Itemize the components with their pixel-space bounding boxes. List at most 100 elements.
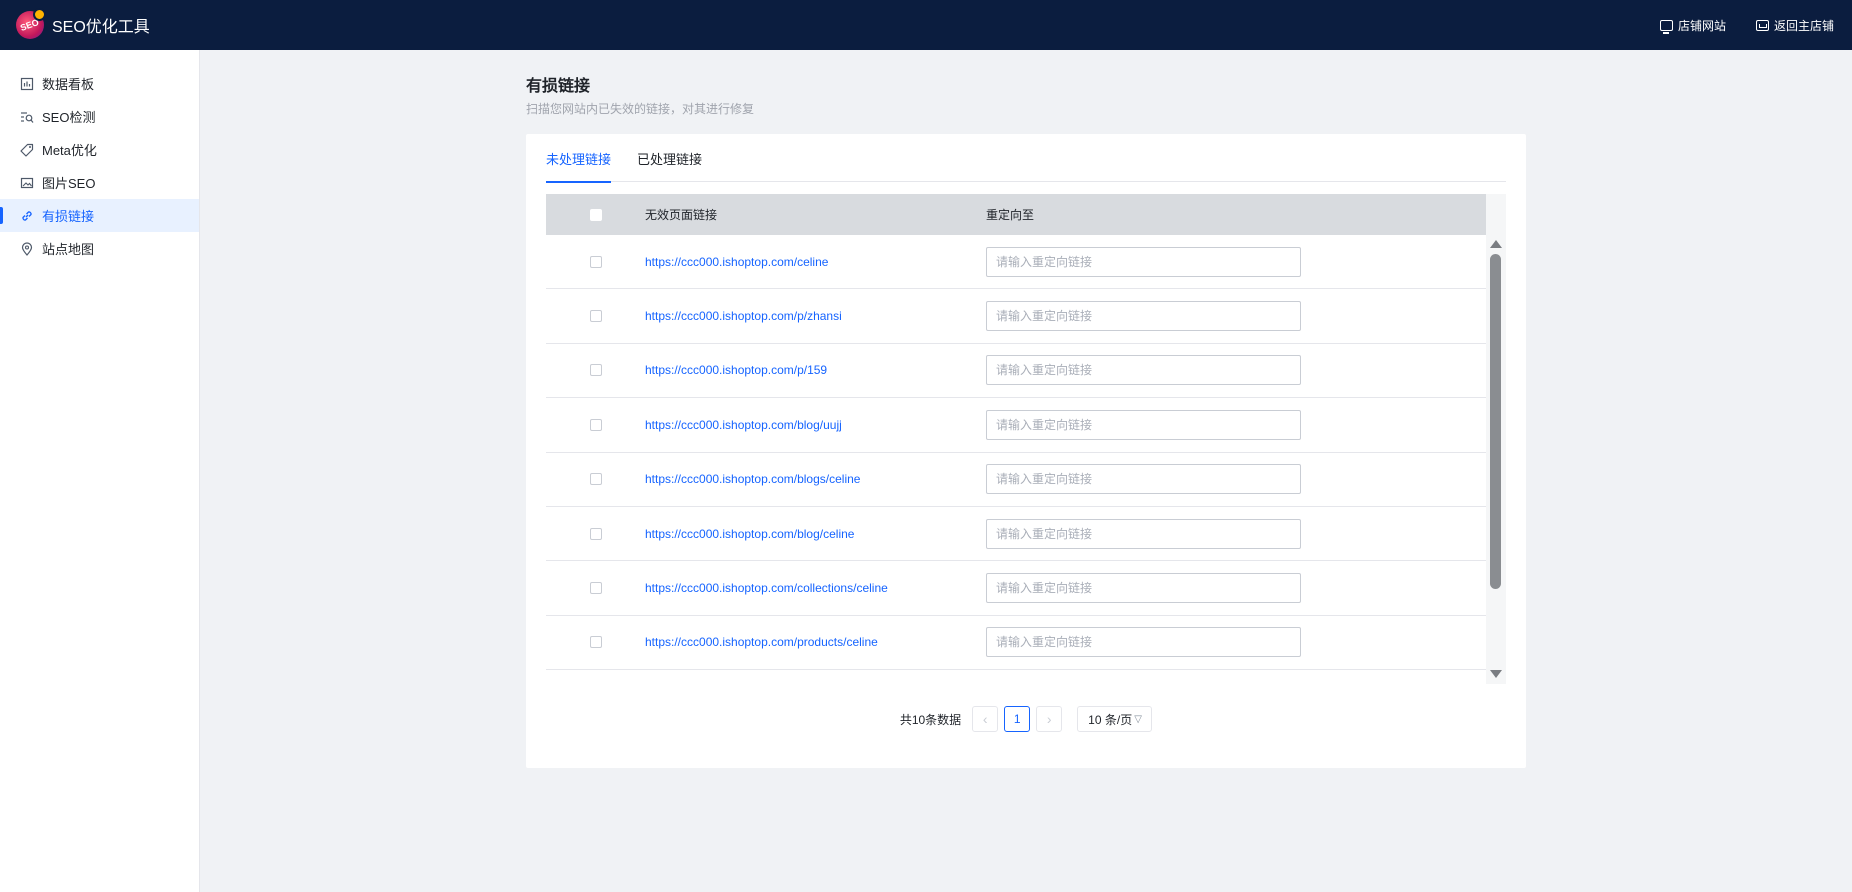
location-pin-icon	[20, 241, 34, 256]
row-checkbox[interactable]	[589, 527, 602, 540]
table-row-partial	[546, 670, 1486, 684]
broken-url-link[interactable]: https://ccc000.ishoptop.com/blogs/celine	[645, 472, 986, 486]
sidebar-item-label: 图片SEO	[42, 176, 96, 191]
tabs: 未处理链接 已处理链接	[546, 134, 1506, 183]
broken-url-link[interactable]: https://ccc000.ishoptop.com/products/cel…	[645, 635, 986, 649]
scroll-down-arrow-icon[interactable]	[1490, 670, 1502, 678]
table-row: https://ccc000.ishoptop.com/p/zhansi	[546, 289, 1486, 344]
row-checkbox-cell	[546, 364, 645, 377]
redirect-cell	[986, 518, 1486, 549]
table-header: 无效页面链接 重定向至	[546, 194, 1486, 235]
redirect-input[interactable]	[986, 573, 1301, 604]
row-checkbox[interactable]	[589, 364, 602, 377]
pagination: 共10条数据 ‹ 1 › 10 条/页 ▽	[526, 706, 1526, 732]
row-checkbox-cell	[546, 527, 645, 540]
broken-url-link[interactable]: https://ccc000.ishoptop.com/blog/uujj	[645, 418, 986, 432]
row-checkbox-cell	[546, 636, 645, 649]
tab-processed[interactable]: 已处理链接	[637, 134, 702, 182]
seo-logo-icon: SEO	[16, 8, 46, 39]
store-icon	[1755, 19, 1769, 31]
row-checkbox[interactable]	[589, 310, 602, 323]
broken-url-link[interactable]: https://ccc000.ishoptop.com/collections/…	[645, 581, 986, 595]
redirect-cell	[986, 573, 1486, 604]
redirect-cell	[986, 627, 1486, 658]
store-website-label: 店铺网站	[1677, 18, 1726, 33]
app-title: SEO优化工具	[52, 19, 150, 36]
sidebar-item-label: 站点地图	[42, 242, 95, 257]
row-checkbox[interactable]	[589, 255, 602, 268]
links-table: 无效页面链接 重定向至 https://ccc000.ishoptop.com/…	[546, 194, 1506, 684]
row-checkbox-cell	[546, 418, 645, 431]
broken-url-link[interactable]: https://ccc000.ishoptop.com/p/zhansi	[645, 309, 986, 323]
select-all-checkbox[interactable]	[589, 208, 602, 221]
redirect-cell	[986, 409, 1486, 440]
scroll-up-arrow-icon[interactable]	[1490, 240, 1502, 248]
search-list-icon	[20, 110, 34, 124]
sidebar-item-broken-links[interactable]: 有损链接	[0, 199, 199, 232]
row-checkbox-cell	[546, 310, 645, 323]
table-row: https://ccc000.ishoptop.com/blogs/celine	[546, 453, 1486, 507]
brand[interactable]: SEO SEO优化工具	[16, 8, 150, 39]
scrollbar-thumb[interactable]	[1490, 254, 1501, 589]
row-checkbox[interactable]	[589, 418, 602, 431]
store-website-link[interactable]: 店铺网站	[1659, 17, 1726, 34]
sidebar-item-label: 有损链接	[42, 209, 95, 224]
table-row: https://ccc000.ishoptop.com/celine	[546, 235, 1486, 290]
sidebar-item-image-seo[interactable]: 图片SEO	[0, 166, 199, 199]
page-size-select[interactable]: 10 条/页 ▽	[1077, 706, 1153, 732]
vertical-scrollbar[interactable]	[1486, 194, 1506, 684]
row-checkbox[interactable]	[589, 582, 602, 595]
chevron-down-icon: ▽	[1134, 713, 1142, 725]
sidebar-item-label: SEO检测	[42, 110, 96, 125]
sidebar: 数据看板 SEO检测 Meta优化 图片SEO 有损链接 站点地图	[0, 50, 200, 892]
sidebar-item-label: 数据看板	[42, 77, 95, 92]
header-checkbox-cell	[546, 208, 645, 221]
row-checkbox[interactable]	[589, 636, 602, 649]
broken-url-link[interactable]: https://ccc000.ishoptop.com/celine	[645, 255, 986, 269]
row-checkbox-cell	[546, 255, 645, 268]
sidebar-item-sitemap[interactable]: 站点地图	[0, 232, 199, 265]
tab-unprocessed[interactable]: 未处理链接	[546, 134, 612, 183]
column-header-invalid-url: 无效页面链接	[645, 208, 718, 222]
redirect-cell	[986, 464, 1486, 495]
redirect-input[interactable]	[986, 246, 1301, 277]
top-bar: SEO SEO优化工具 店铺网站 返回主店铺	[0, 0, 1852, 50]
page-1-button[interactable]: 1	[1004, 706, 1031, 732]
page-size-value: 10 条/页	[1088, 712, 1133, 727]
image-icon	[20, 176, 34, 190]
page-header: 有损链接 扫描您网站内已失效的链接，对其进行修复	[526, 72, 754, 117]
sidebar-item-dashboard[interactable]: 数据看板	[0, 67, 199, 100]
redirect-input[interactable]	[986, 518, 1301, 549]
redirect-input[interactable]	[986, 355, 1301, 386]
next-page-button[interactable]: ›	[1036, 706, 1063, 732]
logo-text: SEO	[19, 17, 41, 33]
redirect-cell	[986, 301, 1486, 332]
redirect-input[interactable]	[986, 627, 1301, 658]
table-row: https://ccc000.ishoptop.com/collections/…	[546, 561, 1486, 616]
redirect-cell	[986, 246, 1486, 277]
table-row: https://ccc000.ishoptop.com/blog/celine	[546, 507, 1486, 562]
redirect-input[interactable]	[986, 464, 1301, 495]
table-body: https://ccc000.ishoptop.com/celine https…	[546, 235, 1486, 684]
table-row: https://ccc000.ishoptop.com/blog/uujj	[546, 398, 1486, 453]
back-to-main-store-link[interactable]: 返回主店铺	[1755, 17, 1834, 34]
row-checkbox[interactable]	[589, 473, 602, 486]
sidebar-item-label: Meta优化	[42, 143, 97, 158]
row-checkbox-cell	[546, 582, 645, 595]
sidebar-item-seo-check[interactable]: SEO检测	[0, 100, 199, 133]
chart-board-icon	[20, 77, 34, 91]
redirect-input[interactable]	[986, 301, 1301, 332]
sidebar-item-meta-optimize[interactable]: Meta优化	[0, 133, 199, 166]
back-to-main-store-label: 返回主店铺	[1773, 18, 1834, 33]
broken-url-link[interactable]: https://ccc000.ishoptop.com/blog/celine	[645, 527, 986, 541]
link-icon	[20, 209, 34, 223]
broken-url-link[interactable]: https://ccc000.ishoptop.com/p/159	[645, 363, 986, 377]
table-row: https://ccc000.ishoptop.com/p/159	[546, 344, 1486, 399]
prev-page-button[interactable]: ‹	[972, 706, 999, 732]
redirect-input[interactable]	[986, 409, 1301, 440]
page-subtitle: 扫描您网站内已失效的链接，对其进行修复	[526, 102, 755, 116]
total-count: 共10条数据	[899, 712, 962, 727]
page-title: 有损链接	[526, 78, 591, 95]
redirect-cell	[986, 355, 1486, 386]
column-header-redirect: 重定向至	[986, 208, 1035, 222]
